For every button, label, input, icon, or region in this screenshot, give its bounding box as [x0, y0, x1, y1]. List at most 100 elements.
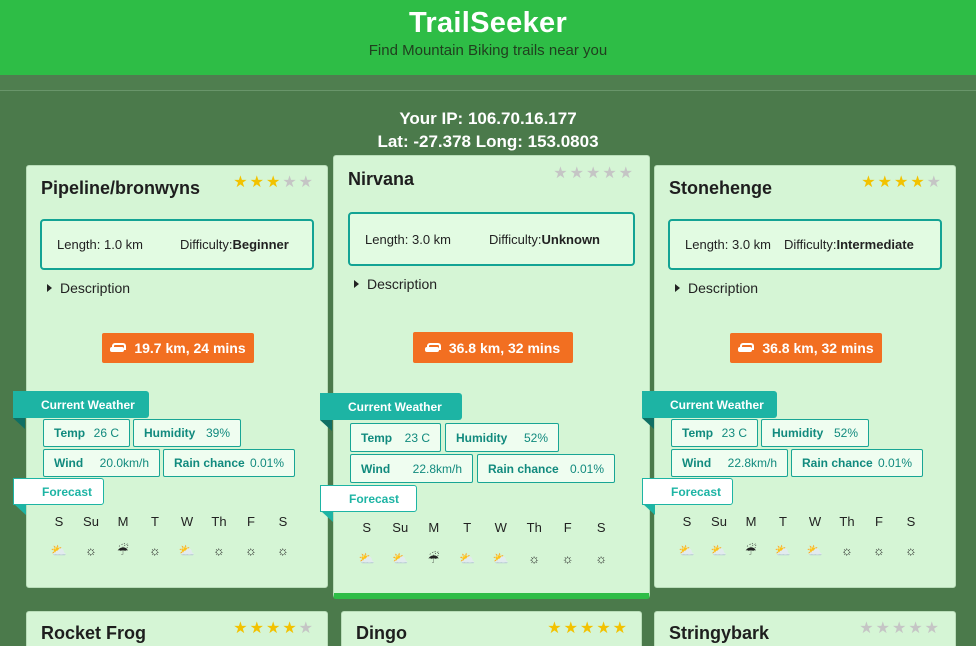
current-weather-label: Current Weather [348, 399, 442, 414]
star-icon: ★ [612, 620, 627, 637]
sun-icon: ☼ [213, 543, 225, 558]
rain-value: 0.01% [249, 456, 284, 470]
forecast-day: M [428, 520, 440, 535]
caret-right-icon [47, 284, 52, 292]
trail-difficulty: Difficulty:Unknown [489, 232, 600, 247]
directions-button[interactable]: 36.8 km, 32 mins [730, 333, 882, 363]
trail-card[interactable]: Rocket Frog ★ ★ ★ ★ ★ [26, 611, 328, 646]
sun-icon: ☼ [561, 551, 574, 566]
description-label: Description [60, 280, 131, 296]
forecast-day: S [362, 520, 372, 535]
trail-info-box: Length: 1.0 km Difficulty:Beginner [40, 219, 314, 270]
humidity-value: 52% [833, 426, 858, 440]
drive-distance: 36.8 km, 32 mins [762, 340, 874, 356]
trail-rating: ★ ★ ★ ★ ★ [861, 175, 941, 191]
trail-card[interactable]: Pipeline/bronwyns ★ ★ ★ ★ ★ Length: 1.0 km Diff… [13, 165, 328, 588]
forecast-day: M [117, 514, 129, 529]
length-label: Length: [57, 237, 101, 252]
star-icon: ★ [553, 165, 568, 182]
trail-name: Nirvana [348, 169, 415, 189]
star-icon: ★ [233, 174, 248, 191]
star-icon: ★ [875, 620, 890, 637]
rain-label: Rain chance [488, 461, 559, 476]
humidity-value: 52% [523, 430, 548, 445]
car-icon [424, 342, 441, 353]
current-weather-ribbon: Current Weather [320, 393, 462, 431]
wind-label: Wind [54, 456, 84, 470]
trail-name: Pipeline/bronwyns [41, 178, 201, 198]
directions-button[interactable]: 19.7 km, 24 mins [102, 333, 254, 363]
star-icon: ★ [893, 174, 909, 191]
forecast-day: S [906, 514, 916, 529]
forecast-day: Th [526, 520, 542, 535]
length-value: 1.0 km [104, 237, 144, 252]
wind-stat: Wind 22.8km/h [350, 454, 473, 483]
star-icon: ★ [282, 174, 297, 191]
rain-label: Rain chance [802, 456, 873, 470]
length-label: Length: [685, 237, 729, 252]
length-value: 3.0 km [732, 237, 772, 252]
humidity-stat: Humidity 52% [445, 423, 559, 452]
forecast-day: F [875, 514, 883, 529]
description-toggle[interactable]: Description [675, 280, 758, 296]
length-label: Length: [365, 231, 409, 247]
ribbon-fold [321, 511, 333, 522]
forecast-day: Su [83, 514, 99, 529]
description-toggle[interactable]: Description [354, 276, 437, 292]
trail-card[interactable]: Nirvana ★ ★ ★ ★ ★ Length: 3.0 km Difficulty:Unk… [320, 155, 650, 599]
trail-name: Stonehenge [669, 178, 773, 198]
directions-button[interactable]: 36.8 km, 32 mins [412, 332, 573, 363]
wind-value: 20.0km/h [99, 456, 149, 470]
current-weather-label: Current Weather [41, 397, 135, 412]
trail-card[interactable]: Dingo ★ ★ ★ ★ ★ [341, 611, 642, 646]
description-toggle[interactable]: Description [47, 280, 130, 296]
trail-card[interactable]: Stonehenge ★ ★ ★ ★ ★ Length: 3.0 km Difficulty:… [642, 165, 956, 588]
trail-card[interactable]: Stringybark ★ ★ ★ ★ ★ [654, 611, 956, 646]
ribbon-fold [643, 504, 655, 515]
drive-distance: 19.7 km, 24 mins [134, 340, 246, 356]
difficulty-label: Difficulty: [784, 237, 837, 252]
trail-info-box: Length: 3.0 km Difficulty:Intermediate [668, 219, 942, 270]
trail-info-box: Length: 3.0 km Difficulty:Unknown [348, 212, 635, 266]
trail-rating: ★ ★ ★ ★ ★ [547, 621, 627, 637]
partly-cloudy-icon: ⛅ [806, 543, 824, 558]
ribbon-fold [642, 418, 654, 429]
star-icon: ★ [585, 165, 601, 182]
ribbon-fold [320, 420, 332, 431]
wind-stat: Wind 20.0km/h [43, 449, 160, 477]
temp-label: Temp [682, 426, 714, 440]
rain-stat: Rain chance 0.01% [791, 449, 923, 477]
partly-cloudy-icon: ⛅ [50, 543, 68, 558]
star-icon: ★ [891, 620, 907, 637]
star-icon: ★ [233, 620, 248, 637]
ribbon-fold [14, 504, 26, 515]
forecast-day: S [596, 520, 606, 535]
length-value: 3.0 km [412, 231, 452, 247]
star-icon: ★ [282, 620, 297, 637]
wind-label: Wind [682, 456, 712, 470]
drive-distance: 36.8 km, 32 mins [448, 339, 561, 356]
temp-value: 26 C [93, 426, 119, 440]
trail-length: Length: 3.0 km [365, 232, 451, 247]
humidity-label: Humidity [772, 426, 824, 440]
current-weather-label: Current Weather [670, 397, 764, 412]
star-icon: ★ [877, 174, 892, 191]
star-icon: ★ [618, 165, 633, 182]
rain-stat: Rain chance 0.01% [163, 449, 295, 477]
header-divider [0, 75, 976, 91]
sun-icon: ☼ [841, 543, 853, 558]
wind-label: Wind [361, 461, 391, 476]
star-icon: ★ [563, 620, 578, 637]
ip-address: Your IP: 106.70.16.177 [399, 109, 577, 128]
sun-icon: ☼ [905, 543, 917, 558]
trail-name: Rocket Frog [41, 623, 147, 643]
forecast-icons: ⛅ ☼ ☔ ☼ ⛅ ☼ ☼ ☼ [43, 543, 299, 559]
forecast-ribbon: Forecast [320, 485, 417, 522]
trail-name: Stringybark [669, 623, 770, 643]
star-icon: ★ [924, 620, 939, 637]
partly-cloudy-icon: ⛅ [358, 551, 375, 566]
difficulty-value: Beginner [232, 237, 289, 252]
temp-stat: Temp 23 C [671, 419, 758, 447]
rain-value: 0.01% [877, 456, 912, 470]
forecast-days: S Su M T W Th F S [43, 514, 299, 529]
